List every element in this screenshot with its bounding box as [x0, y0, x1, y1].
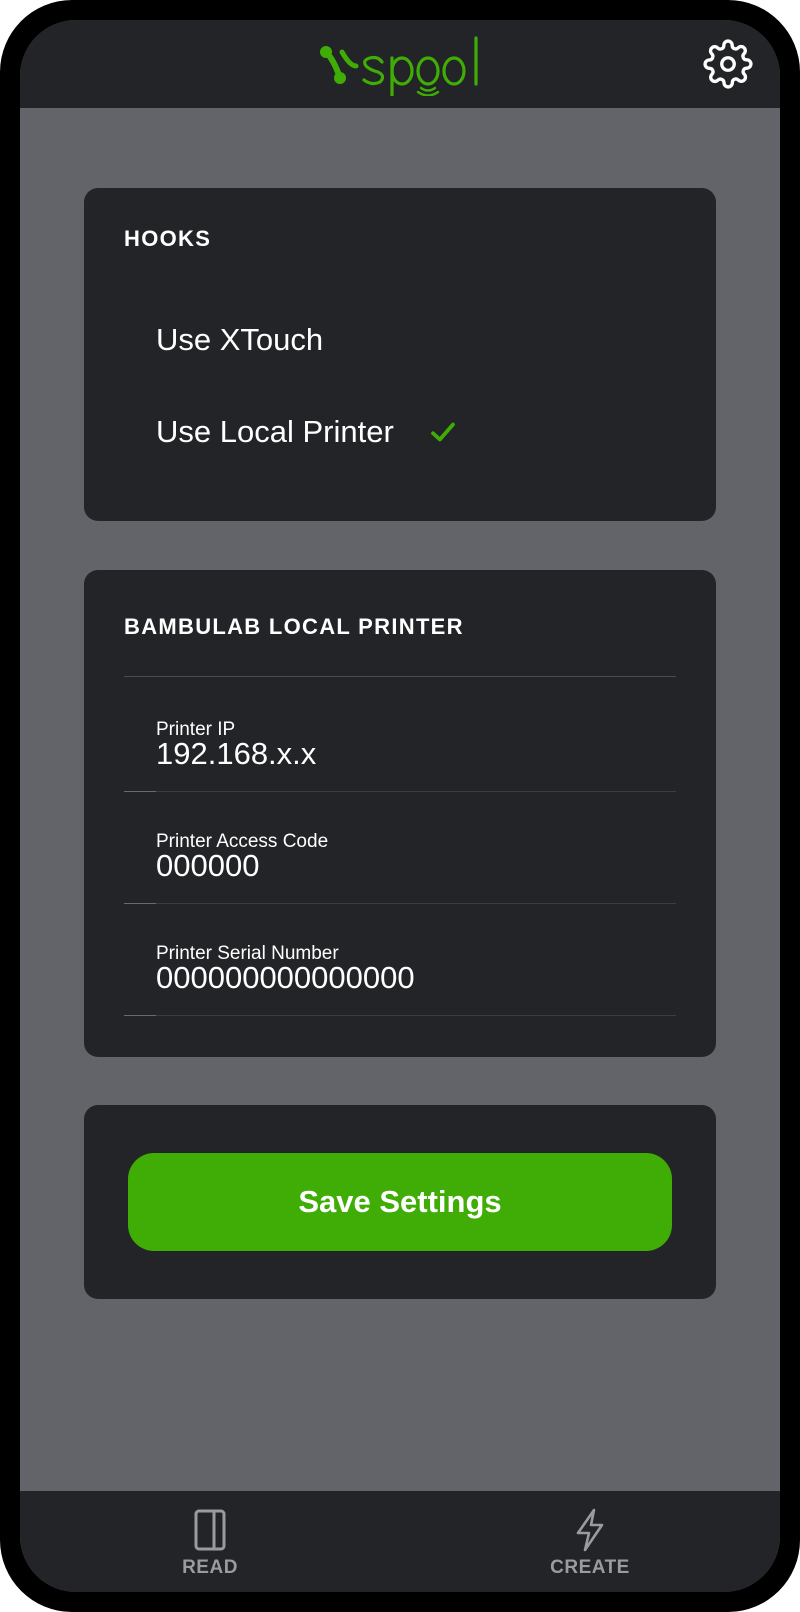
save-settings-button[interactable]: Save Settings [128, 1153, 672, 1251]
check-icon [430, 422, 455, 442]
hooks-title: HOOKS [124, 226, 212, 251]
nav-label: CREATE [550, 1557, 630, 1578]
hooks-card: HOOKS Use XTouch Use Local Printer [84, 188, 716, 521]
printer-access-code-field[interactable]: Printer Access Code 000000 [124, 792, 676, 904]
hook-label: Use XTouch [156, 322, 324, 357]
nav-item-read[interactable]: READ [140, 1491, 280, 1591]
save-card: Save Settings [84, 1105, 716, 1299]
divider [124, 676, 676, 677]
hook-option-local-printer[interactable]: Use Local Printer [156, 402, 556, 462]
bottom-nav: READ CREATE [20, 1491, 780, 1592]
field-underline-accent [124, 1015, 156, 1016]
book-icon [194, 1509, 226, 1551]
spool-logo [320, 36, 478, 96]
app-header: spool [20, 20, 780, 108]
lightning-icon [576, 1508, 604, 1552]
hook-label: Use Local Printer [156, 414, 394, 449]
app-screen: spool HOOKS Use XTouch Use Local Printer [20, 20, 780, 1592]
field-value[interactable]: 000000000000000 [156, 960, 415, 996]
printer-serial-number-field[interactable]: Printer Serial Number 000000000000000 [124, 904, 676, 1016]
device-frame: spool HOOKS Use XTouch Use Local Printer [0, 0, 800, 1612]
settings-button[interactable] [702, 38, 754, 90]
field-value[interactable]: 000000 [156, 848, 259, 884]
printer-ip-field[interactable]: Printer IP 192.168.x.x [124, 680, 676, 792]
field-value[interactable]: 192.168.x.x [156, 736, 316, 772]
printer-title: BAMBULAB LOCAL PRINTER [124, 614, 464, 639]
field-underline [124, 1015, 676, 1016]
nav-item-create[interactable]: CREATE [520, 1491, 660, 1591]
gear-icon [703, 39, 753, 89]
hook-option-xtouch[interactable]: Use XTouch [156, 310, 556, 370]
nav-label: READ [182, 1557, 238, 1578]
printer-settings-card: BAMBULAB LOCAL PRINTER Printer IP 192.16… [84, 570, 716, 1057]
